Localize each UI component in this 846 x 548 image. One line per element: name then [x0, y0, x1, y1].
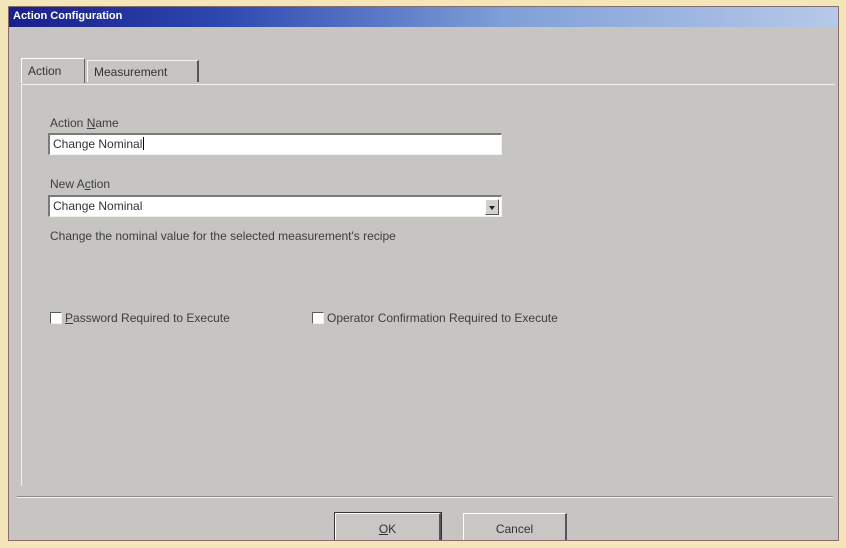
- tab-measurement-label: Measurement: [94, 65, 168, 79]
- cancel-button[interactable]: Cancel: [463, 513, 567, 540]
- action-name-label: Action Name: [50, 116, 119, 130]
- title-bar[interactable]: Action Configuration: [9, 7, 838, 27]
- action-tab-panel: Action Name Change Nominal New Action Ch…: [21, 84, 835, 486]
- action-configuration-dialog: Action Configuration Action Measurement …: [8, 6, 839, 541]
- action-name-input[interactable]: Change Nominal: [48, 133, 502, 155]
- ok-button[interactable]: OK: [334, 512, 442, 540]
- dropdown-arrow-button[interactable]: [485, 199, 499, 215]
- tab-measurement[interactable]: Measurement: [87, 60, 199, 82]
- new-action-selected-value: Change Nominal: [53, 199, 143, 213]
- tab-strip: Action Measurement: [21, 58, 821, 84]
- new-action-label: New Action: [50, 177, 111, 191]
- text-caret: [143, 137, 145, 150]
- window-title: Action Configuration: [13, 10, 123, 22]
- new-action-description: Change the nominal value for the selecte…: [50, 229, 396, 243]
- new-action-select[interactable]: Change Nominal: [48, 195, 502, 217]
- tab-action[interactable]: Action: [21, 58, 85, 83]
- operator-confirmation-label: Operator Confirmation Required to Execut…: [327, 311, 558, 325]
- action-name-value: Change Nominal: [53, 137, 143, 151]
- password-required-label: Password Required to Execute: [65, 311, 230, 325]
- chevron-down-icon: [489, 206, 495, 210]
- operator-confirmation-checkbox[interactable]: [312, 312, 324, 324]
- tab-action-label: Action: [28, 64, 62, 78]
- footer-divider: [17, 496, 833, 498]
- password-required-checkbox[interactable]: [50, 312, 62, 324]
